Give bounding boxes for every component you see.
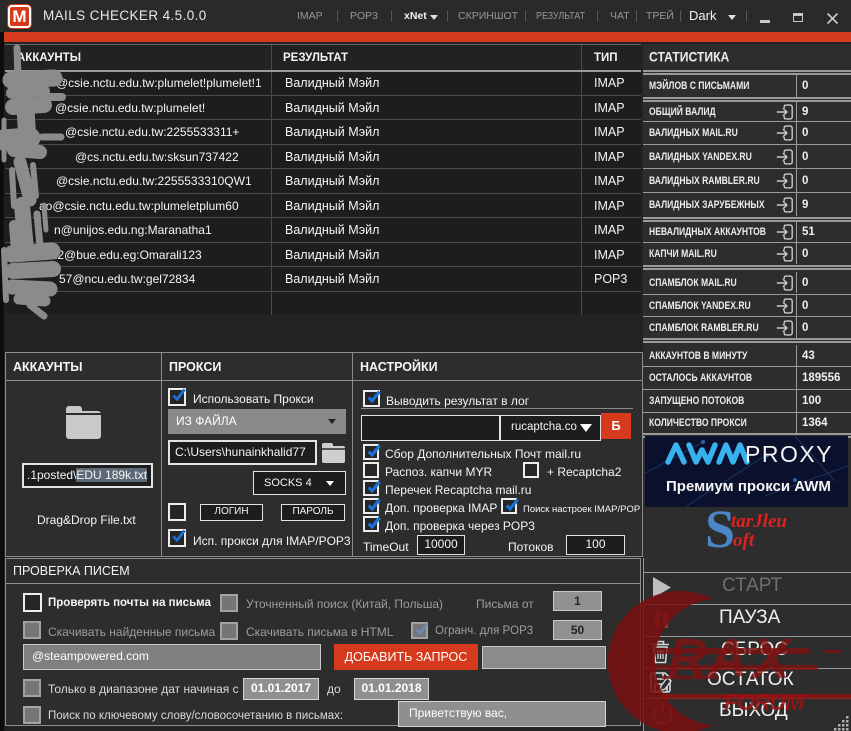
svg-text:Премиум прокси AWM: Премиум прокси AWM (666, 478, 831, 495)
svg-text:PROXY: PROXY (745, 441, 833, 467)
